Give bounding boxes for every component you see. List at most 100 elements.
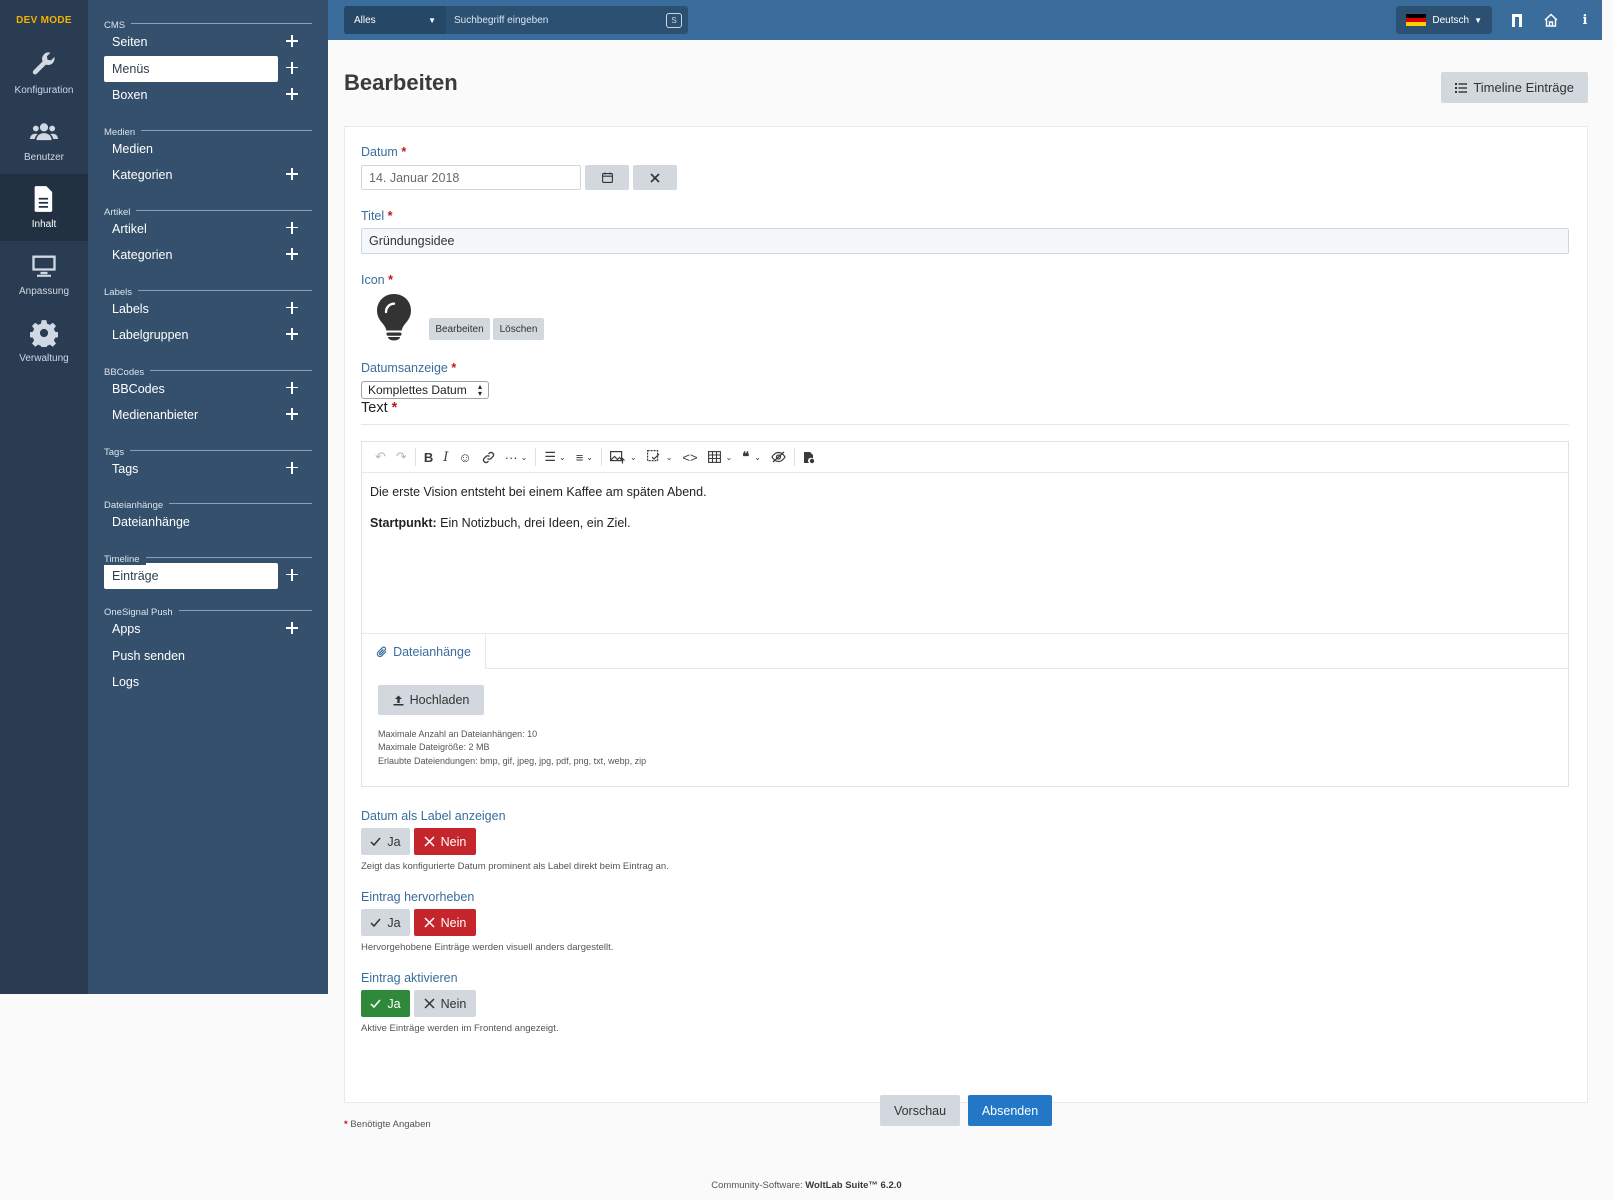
link-icon[interactable] [477,442,500,473]
footer: Community-Software: WoltLab Suite™ 6.2.0 [711,1180,902,1191]
spoiler-icon[interactable] [766,442,791,473]
nav-item-seiten[interactable]: Seiten [104,29,298,56]
redo-icon[interactable]: ↷ [391,442,412,473]
submit-button[interactable]: Absenden [968,1095,1052,1126]
clear-date-button[interactable] [633,165,677,190]
menu-anpassung[interactable]: Anpassung [0,241,88,308]
plus-icon[interactable] [284,220,300,236]
upload-button[interactable]: Hochladen [378,685,484,715]
attachment-info: Maximale Dateigröße: 2 MB [378,742,490,752]
quote-icon[interactable]: ❝ ⌄ [737,442,766,473]
nav-item-logs[interactable]: Logs [104,669,278,696]
menu-inhalt[interactable]: Inhalt [0,174,88,241]
nav-item-artikel[interactable]: Artikel [104,216,298,243]
plus-icon[interactable] [284,246,300,262]
tab-attachments[interactable]: Dateianhänge [362,634,486,669]
icon-delete-button[interactable]: Löschen [493,318,544,340]
date-input[interactable]: 14. Januar 2018 [361,165,581,190]
plus-icon[interactable] [284,567,300,583]
media-icon[interactable]: ⌄ [642,442,678,473]
nav-item-dateianhaenge[interactable]: Dateianhänge [104,509,278,536]
search-input[interactable] [446,6,666,34]
align-icon[interactable]: ≡ ⌄ [571,442,598,473]
attachment-info: Erlaubte Dateiendungen: bmp, gif, jpeg, … [378,756,647,766]
calendar-button[interactable] [585,165,629,190]
nav-item-apps[interactable]: Apps [104,616,298,643]
plus-icon[interactable] [284,380,300,396]
nav-section-onesignal: OneSignal Push [104,603,312,618]
nav-section-tags: Tags [104,443,312,458]
code-icon[interactable]: <> [677,442,702,473]
plus-icon[interactable] [284,86,300,102]
editor-content[interactable]: Die erste Vision entsteht bei einem Kaff… [362,473,1568,633]
bold-icon[interactable]: B [419,442,438,473]
nav-item-tags[interactable]: Tags [104,456,298,483]
activate-toggle: Ja Nein [361,990,476,1017]
menu-konfiguration[interactable]: Konfiguration [0,40,88,107]
toggle-hint: Hervorgehobene Einträge werden visuell a… [361,942,614,953]
plus-icon[interactable] [284,460,300,476]
preview-button[interactable]: Vorschau [880,1095,960,1126]
menu-verwaltung[interactable]: Verwaltung [0,308,88,375]
plus-icon[interactable] [284,620,300,636]
nav-item-eintraege[interactable]: Einträge [104,562,298,589]
no-button[interactable]: Nein [414,909,476,936]
settings-icon[interactable] [798,442,820,473]
yes-button[interactable]: Ja [361,990,410,1017]
undo-icon[interactable]: ↶ [370,442,391,473]
required-note: * Benötigte Angaben [344,1119,431,1130]
nav-item-artikel-kategorien[interactable]: Kategorien [104,242,298,269]
nav-item-medien-kategorien[interactable]: Kategorien [104,162,298,189]
timeline-entries-button[interactable]: Timeline Einträge [1441,72,1588,103]
title-input[interactable]: Gründungsidee [361,228,1569,254]
italic-icon[interactable]: I [438,442,453,473]
nav-item-medienanbieter[interactable]: Medienanbieter [104,402,298,429]
nav-item-boxen[interactable]: Boxen [104,82,298,109]
yes-button[interactable]: Ja [361,909,410,936]
highlight-toggle: Ja Nein [361,909,476,936]
close-icon [424,917,435,928]
toggle-hint: Zeigt das konfigurierte Datum prominent … [361,861,669,872]
close-icon [424,998,435,1009]
date-label-toggle: Ja Nein [361,828,476,855]
no-button[interactable]: Nein [414,828,476,855]
caret-down-icon: ▼ [428,15,436,25]
menu-benutzer[interactable]: Benutzer [0,107,88,174]
plus-icon[interactable] [284,33,300,49]
plus-icon[interactable] [284,166,300,182]
nav-item-bbcodes[interactable]: BBCodes [104,376,298,403]
paperclip-icon [376,646,387,657]
plus-icon[interactable] [284,60,300,76]
image-icon[interactable]: ⌄ [605,442,642,473]
icon-edit-button[interactable]: Bearbeiten [429,318,490,340]
check-icon [370,999,381,1009]
search-scope-select[interactable]: Alles ▼ [344,6,446,34]
plus-icon[interactable] [284,406,300,422]
upload-icon [393,695,404,705]
plus-icon[interactable] [284,300,300,316]
dev-mode-badge: DEV MODE [16,14,72,26]
woltlab-logo-icon[interactable] [1500,0,1534,40]
editor-toolbar: ↶ ↷ B I ☺ ··· ⌄ ☰ ⌄ ≡ ⌄ ⌄ ⌄ <> ⌄ ❝ ⌄ [362,442,1568,473]
calendar-icon [601,172,613,183]
emoji-icon[interactable]: ☺ [453,442,476,473]
home-icon[interactable] [1534,0,1568,40]
nav-item-labels[interactable]: Labels [104,296,298,323]
date-display-select[interactable]: Komplettes Datum ▴ ▾ [361,381,489,399]
more-formatting-icon[interactable]: ··· ⌄ [500,442,533,473]
info-icon[interactable]: i [1568,0,1602,40]
plus-icon[interactable] [284,326,300,342]
list-icon[interactable]: ☰ ⌄ [539,442,570,473]
close-icon [650,172,660,183]
nav-item-medien[interactable]: Medien [104,136,278,163]
no-button[interactable]: Nein [414,990,476,1017]
check-icon [370,918,381,928]
nav-item-labelgruppen[interactable]: Labelgruppen [104,322,298,349]
nav-item-push-senden[interactable]: Push senden [104,643,278,670]
table-icon[interactable]: ⌄ [703,442,738,473]
language-selector[interactable]: Deutsch ▼ [1396,6,1492,34]
title-label: Titel * [361,209,393,223]
nav-item-menues[interactable]: Menüs [104,55,298,82]
yes-button[interactable]: Ja [361,828,410,855]
file-icon [34,186,53,212]
